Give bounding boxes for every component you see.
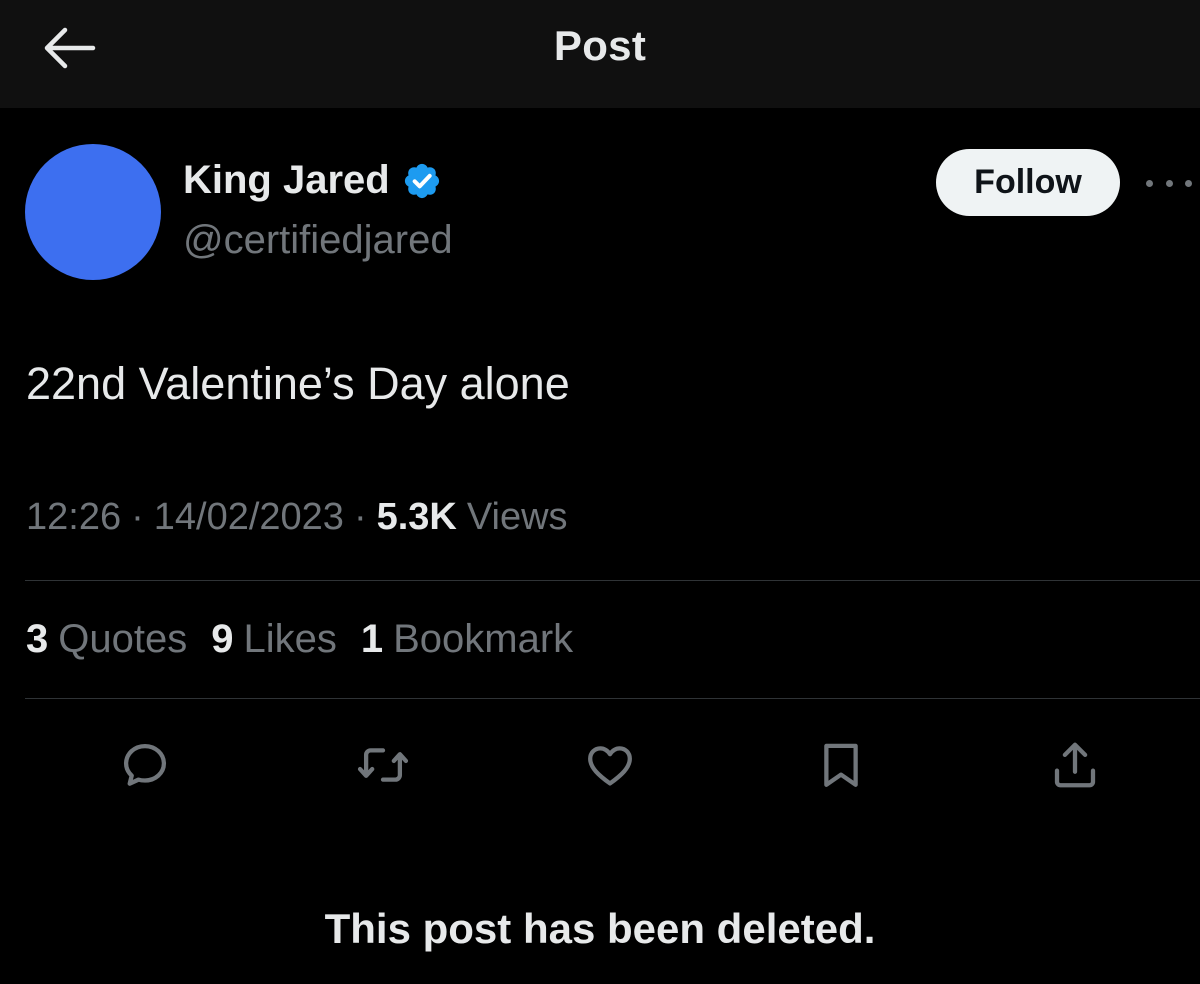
repost-icon [357,748,409,782]
bookmarks-count: 1 [360,617,384,661]
quotes-label: Quotes [58,617,188,661]
share-icon [1054,742,1096,788]
page-title: Post [553,22,647,69]
more-dot [1165,179,1173,187]
engagement-stats: 3 Quotes 9 Likes 1 Bookmark [26,617,597,662]
avatar[interactable] [25,144,161,280]
author-name-row[interactable]: King Jared [183,158,442,203]
views-label: Views [466,496,568,538]
like-icon [588,746,632,786]
divider [25,698,1200,699]
top-bar: Post [0,0,1200,108]
more-dot [1146,179,1153,187]
bookmark-icon [824,743,858,787]
post-text: 22nd Valentine’s Day alone [26,358,570,409]
like-button[interactable] [575,730,645,800]
author-handle[interactable]: @certifiedjared [183,218,453,263]
post-time: 12:26 [26,496,122,538]
repost-button[interactable] [348,730,418,800]
bookmarks-stat[interactable]: 1 Bookmark [361,617,573,662]
follow-button[interactable]: Follow [936,149,1120,216]
reply-icon [123,743,167,786]
divider [25,580,1200,581]
post-meta: 12:26 · 14/02/2023 · 5.3K Views [26,496,568,539]
likes-stat[interactable]: 9 Likes [211,617,337,662]
meta-separator: · [131,496,144,538]
likes-count: 9 [211,617,234,661]
author-display-name[interactable]: King Jared [183,158,390,203]
views-count: 5.3K [376,496,457,538]
bookmarks-label: Bookmark [393,617,574,661]
more-options-icon[interactable] [1146,166,1192,200]
bookmark-button[interactable] [806,730,876,800]
share-button[interactable] [1040,730,1110,800]
quotes-stat[interactable]: 3 Quotes [26,617,187,662]
likes-label: Likes [243,617,337,661]
quotes-count: 3 [26,617,49,661]
reply-button[interactable] [110,730,180,800]
meta-separator: · [353,496,367,538]
deleted-notice: This post has been deleted. [324,905,876,952]
more-dot [1185,179,1192,187]
verified-badge-icon[interactable] [402,161,442,201]
post-date: 14/02/2023 [153,496,344,538]
